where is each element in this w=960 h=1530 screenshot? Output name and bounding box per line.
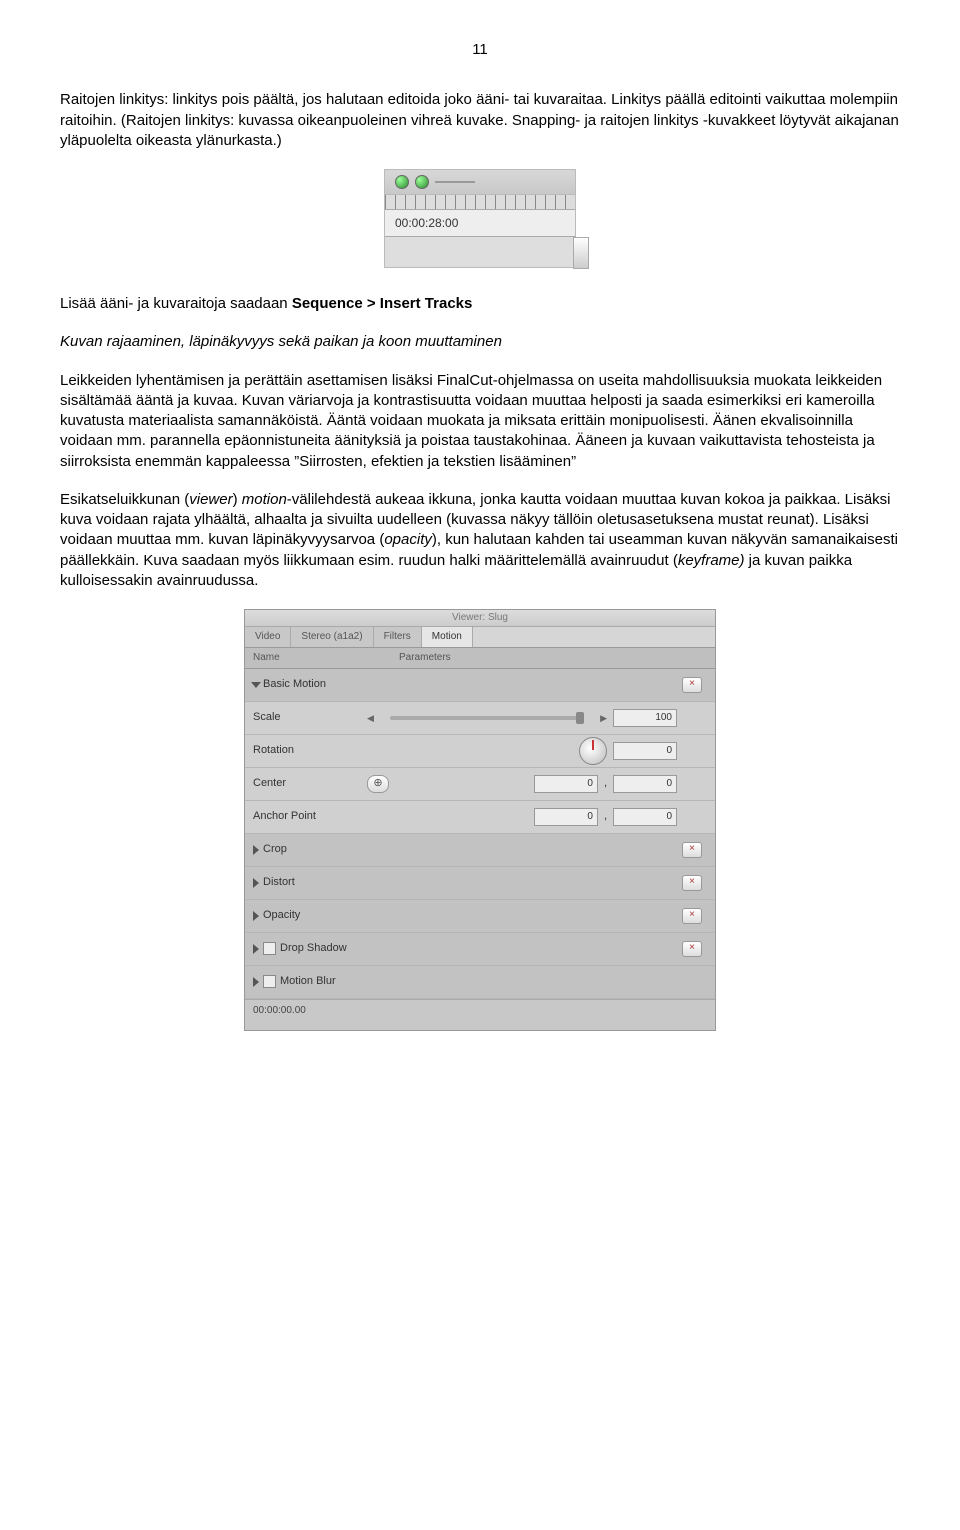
- slider-right-icon: ▶: [600, 712, 607, 724]
- anchor-x[interactable]: 0: [534, 808, 598, 826]
- timecode-label: 00:00:28:00: [385, 210, 575, 236]
- reset-button[interactable]: [682, 842, 702, 858]
- section-label: Distort: [263, 875, 295, 890]
- row-drop-shadow[interactable]: Drop Shadow: [245, 933, 715, 966]
- param-label: Scale: [253, 710, 281, 725]
- toolbar-spacer: [435, 181, 475, 183]
- reset-button[interactable]: [682, 908, 702, 924]
- panel-column-header: Name Parameters: [245, 648, 715, 669]
- checkbox[interactable]: [263, 942, 276, 955]
- disclosure-icon: [253, 878, 259, 888]
- col-name: Name: [245, 648, 391, 668]
- row-basic-motion[interactable]: Basic Motion: [245, 669, 715, 702]
- text-run: Esikatseluikkunan (: [60, 491, 189, 508]
- tab-stereo[interactable]: Stereo (a1a2): [291, 627, 373, 647]
- row-crop[interactable]: Crop: [245, 834, 715, 867]
- motion-panel: Viewer: Slug Video Stereo (a1a2) Filters…: [244, 609, 716, 1031]
- italic-motion: motion: [242, 491, 287, 508]
- reset-button[interactable]: [682, 875, 702, 891]
- paragraph-insert-tracks: Lisää ääni- ja kuvaraitoja saadaan Seque…: [60, 294, 900, 314]
- param-label: Center: [253, 776, 286, 791]
- row-scale: Scale ◀ ▶ 100: [245, 702, 715, 735]
- link-tracks-icon: [415, 175, 429, 189]
- disclosure-icon: [251, 682, 261, 688]
- disclosure-icon: [253, 977, 259, 987]
- anchor-y[interactable]: 0: [613, 808, 677, 826]
- rotation-value[interactable]: 0: [613, 742, 677, 760]
- italic-viewer: viewer: [189, 491, 232, 508]
- slider-left-icon: ◀: [367, 712, 374, 724]
- row-opacity[interactable]: Opacity: [245, 900, 715, 933]
- reset-button[interactable]: [682, 941, 702, 957]
- timeline-track: [385, 236, 575, 267]
- section-label: Basic Motion: [263, 677, 326, 692]
- row-anchor: Anchor Point 0 , 0: [245, 801, 715, 834]
- section-label: Opacity: [263, 908, 300, 923]
- scrollbar: [573, 237, 589, 269]
- comma: ,: [604, 776, 607, 791]
- snapping-icon: [395, 175, 409, 189]
- crosshair-button[interactable]: ⊕: [367, 775, 389, 793]
- reset-button[interactable]: [682, 677, 702, 693]
- italic-opacity: opacity: [384, 531, 432, 548]
- col-parameters: Parameters: [391, 648, 715, 668]
- row-center: Center ⊕ 0 , 0: [245, 768, 715, 801]
- subheading-crop: Kuvan rajaaminen, läpinäkyvyys sekä paik…: [60, 332, 900, 352]
- row-motion-blur[interactable]: Motion Blur: [245, 966, 715, 999]
- center-x[interactable]: 0: [534, 775, 598, 793]
- text-run: ): [233, 491, 242, 508]
- tab-motion[interactable]: Motion: [422, 627, 473, 647]
- param-label: Rotation: [253, 743, 294, 758]
- disclosure-icon: [253, 845, 259, 855]
- section-label: Crop: [263, 842, 287, 857]
- disclosure-icon: [253, 911, 259, 921]
- text-run: Lisää ääni- ja kuvaraitoja saadaan: [60, 295, 292, 312]
- rotation-dial[interactable]: [579, 737, 607, 765]
- panel-tabs: Video Stereo (a1a2) Filters Motion: [245, 627, 715, 648]
- page-number: 11: [60, 40, 900, 60]
- tab-video[interactable]: Video: [245, 627, 291, 647]
- footer-timecode: 00:00:00.00: [253, 1005, 306, 1016]
- section-label: Drop Shadow: [280, 941, 347, 956]
- center-y[interactable]: 0: [613, 775, 677, 793]
- tab-filters[interactable]: Filters: [374, 627, 422, 647]
- checkbox[interactable]: [263, 975, 276, 988]
- paragraph-motion-tab: Esikatseluikkunan (viewer) motion-välile…: [60, 490, 900, 591]
- panel-footer: 00:00:00.00: [245, 999, 715, 1030]
- italic-keyframe: keyframe): [678, 552, 745, 569]
- param-label: Anchor Point: [253, 809, 316, 824]
- disclosure-icon: [253, 944, 259, 954]
- menu-path-bold: Sequence > Insert Tracks: [292, 295, 473, 312]
- section-label: Motion Blur: [280, 974, 336, 989]
- panel-titlebar: Viewer: Slug: [245, 610, 715, 627]
- row-rotation: Rotation 0: [245, 735, 715, 768]
- timeline-toolbar: [385, 170, 575, 195]
- paragraph-effects: Leikkeiden lyhentämisen ja perättäin ase…: [60, 371, 900, 472]
- timeline-snapshot: 00:00:28:00: [384, 169, 576, 268]
- row-distort[interactable]: Distort: [245, 867, 715, 900]
- paragraph-linking: Raitojen linkitys: linkitys pois päältä,…: [60, 90, 900, 151]
- scale-value[interactable]: 100: [613, 709, 677, 727]
- comma: ,: [604, 809, 607, 824]
- scale-slider[interactable]: [390, 716, 584, 720]
- document-page: 11 Raitojen linkitys: linkitys pois pääl…: [0, 0, 960, 1097]
- timeline-ruler: [385, 195, 575, 210]
